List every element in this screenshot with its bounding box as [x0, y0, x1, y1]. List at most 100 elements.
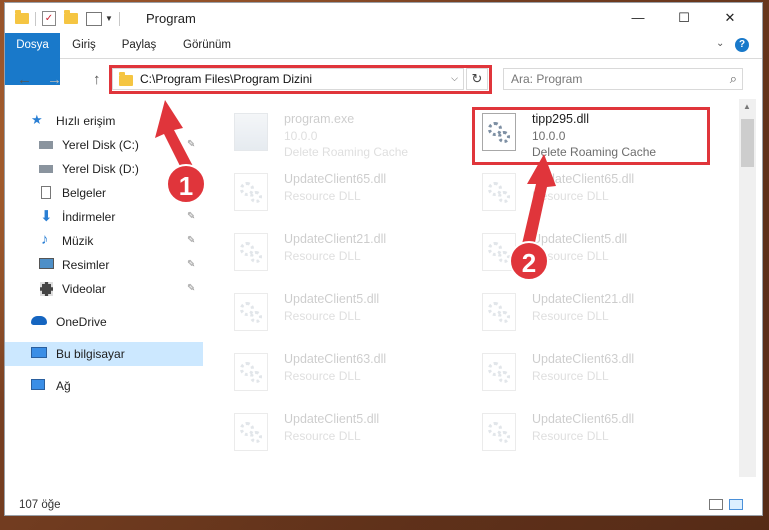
- folder-icon: [15, 10, 29, 24]
- properties-check-icon[interactable]: ✓: [42, 11, 56, 26]
- explorer-window: ✓ ▼ Program — ☐ ✕ Dosya Giriş Paylaş Gör…: [4, 2, 763, 516]
- video-icon: [40, 282, 53, 296]
- file-description: Resource DLL: [284, 189, 361, 203]
- sidebar-item-network[interactable]: Ağ: [5, 374, 203, 398]
- music-icon: ♪: [41, 231, 49, 248]
- file-name: UpdateClient65.dll: [532, 412, 635, 426]
- pictures-icon: [39, 258, 54, 269]
- list-item[interactable]: UpdateClient65.dll Resource DLL: [476, 403, 716, 455]
- file-description: Resource DLL: [532, 189, 609, 203]
- window-title: Program: [146, 11, 196, 26]
- pin-icon: ✎: [187, 211, 196, 222]
- file-name: UpdateClient65.dll: [284, 172, 387, 186]
- divider: [35, 11, 36, 26]
- list-item[interactable]: UpdateClient5.dll Resource DLL: [228, 403, 468, 455]
- search-input[interactable]: Ara: Program ⌕: [503, 68, 743, 90]
- details-view-icon[interactable]: [709, 499, 723, 510]
- computer-icon: [31, 347, 47, 358]
- pin-icon: ✎: [187, 259, 196, 270]
- pin-icon: ✎: [187, 283, 196, 294]
- dll-file-icon: [482, 293, 516, 331]
- tab-home[interactable]: Giriş: [63, 33, 105, 58]
- file-name: UpdateClient65.dll: [532, 172, 635, 186]
- file-description: Resource DLL: [284, 369, 361, 383]
- drive-icon: [39, 165, 53, 173]
- file-name: UpdateClient5.dll: [284, 292, 380, 306]
- sidebar-item-label: İndirmeler: [62, 210, 116, 224]
- new-folder-icon[interactable]: [64, 10, 78, 24]
- exe-file-icon: [234, 113, 268, 151]
- sidebar-item-this-pc[interactable]: Bu bilgisayar: [5, 342, 203, 366]
- help-icon[interactable]: ?: [735, 38, 749, 52]
- sidebar-item-pictures[interactable]: Resimler ✎: [5, 253, 203, 277]
- tab-share[interactable]: Paylaş: [113, 33, 165, 58]
- sidebar-item-onedrive[interactable]: OneDrive: [5, 310, 203, 334]
- file-name: UpdateClient63.dll: [284, 352, 387, 366]
- sidebar-item-label: Ağ: [56, 379, 71, 393]
- list-item[interactable]: UpdateClient65.dll Resource DLL: [228, 163, 468, 215]
- sidebar-item-label: Hızlı erişim: [56, 114, 116, 128]
- drive-icon: [39, 141, 53, 149]
- sidebar-item-music[interactable]: ♪ Müzik ✎: [5, 229, 203, 253]
- download-icon: ⬇: [40, 208, 53, 225]
- list-item[interactable]: program.exe 10.0.0 Delete Roaming Cache: [228, 103, 468, 159]
- tiles-view-icon[interactable]: [729, 499, 743, 510]
- dll-file-icon: [234, 293, 268, 331]
- list-item[interactable]: UpdateClient21.dll Resource DLL: [476, 283, 716, 335]
- file-name: UpdateClient21.dll: [284, 232, 387, 246]
- sidebar-item-label: Resimler: [62, 258, 110, 272]
- file-description: Resource DLL: [532, 309, 609, 323]
- file-name: UpdateClient5.dll: [284, 412, 380, 426]
- list-item[interactable]: UpdateClient5.dll Resource DLL: [228, 283, 468, 335]
- properties-icon[interactable]: [86, 11, 102, 26]
- file-description: Resource DLL: [284, 309, 361, 323]
- ribbon-tabs: Dosya Giriş Paylaş Görünüm ⌄ ?: [5, 33, 762, 85]
- status-item-count: 107 öğe: [19, 499, 61, 511]
- close-button[interactable]: ✕: [707, 3, 753, 33]
- minimize-button[interactable]: —: [615, 3, 661, 33]
- expand-ribbon-icon[interactable]: ⌄: [716, 38, 724, 49]
- title-bar: ✓ ▼ Program — ☐ ✕: [5, 3, 762, 33]
- up-button[interactable]: ↑: [93, 71, 101, 88]
- documents-icon: [41, 186, 51, 199]
- forward-button[interactable]: →: [47, 71, 62, 88]
- chevron-down-icon[interactable]: ▼: [105, 14, 113, 23]
- file-description: Resource DLL: [532, 429, 609, 443]
- cloud-icon: [31, 316, 47, 325]
- file-name: UpdateClient5.dll: [532, 232, 628, 246]
- dll-file-icon: [482, 413, 516, 451]
- sidebar-item-label: Müzik: [62, 234, 94, 248]
- pin-icon: ✎: [187, 139, 196, 150]
- network-icon: [31, 379, 45, 390]
- file-name: program.exe: [284, 112, 355, 126]
- sidebar-item-videos[interactable]: Videolar ✎: [5, 277, 203, 301]
- sidebar-item-label: Bu bilgisayar: [56, 347, 125, 361]
- sidebar-item-label: OneDrive: [56, 315, 107, 329]
- address-highlight: [109, 65, 492, 94]
- file-highlight: [472, 107, 710, 165]
- sidebar-item-label: Yerel Disk (D:): [62, 162, 139, 176]
- file-description: Resource DLL: [284, 429, 361, 443]
- search-placeholder: Ara: Program: [511, 72, 583, 86]
- quick-access-toolbar: ✓ ▼: [15, 10, 126, 26]
- sidebar-item-downloads[interactable]: ⬇ İndirmeler ✎: [5, 205, 203, 229]
- list-item[interactable]: UpdateClient21.dll Resource DLL: [228, 223, 468, 275]
- back-button[interactable]: ←: [17, 71, 32, 88]
- dll-file-icon: [234, 413, 268, 451]
- sidebar-item-disk-c[interactable]: Yerel Disk (C:) ✎: [5, 133, 203, 157]
- tab-view[interactable]: Görünüm: [175, 33, 239, 58]
- maximize-button[interactable]: ☐: [661, 3, 707, 33]
- vertical-scrollbar[interactable]: ▲: [739, 99, 756, 477]
- list-item[interactable]: UpdateClient63.dll Resource DLL: [228, 343, 468, 395]
- list-item[interactable]: UpdateClient65.dll Resource DLL: [476, 163, 716, 215]
- dll-file-icon: [482, 353, 516, 391]
- dll-file-icon: [234, 173, 268, 211]
- sidebar-item-label: Belgeler: [62, 186, 107, 200]
- sidebar-item-label: Yerel Disk (C:): [62, 138, 139, 152]
- scroll-thumb[interactable]: [741, 119, 754, 167]
- list-item[interactable]: UpdateClient63.dll Resource DLL: [476, 343, 716, 395]
- scroll-up-icon[interactable]: ▲: [743, 102, 751, 111]
- file-description: Resource DLL: [284, 249, 361, 263]
- sidebar-item-quick-access[interactable]: ★ Hızlı erişim: [5, 109, 203, 133]
- dll-file-icon: [234, 353, 268, 391]
